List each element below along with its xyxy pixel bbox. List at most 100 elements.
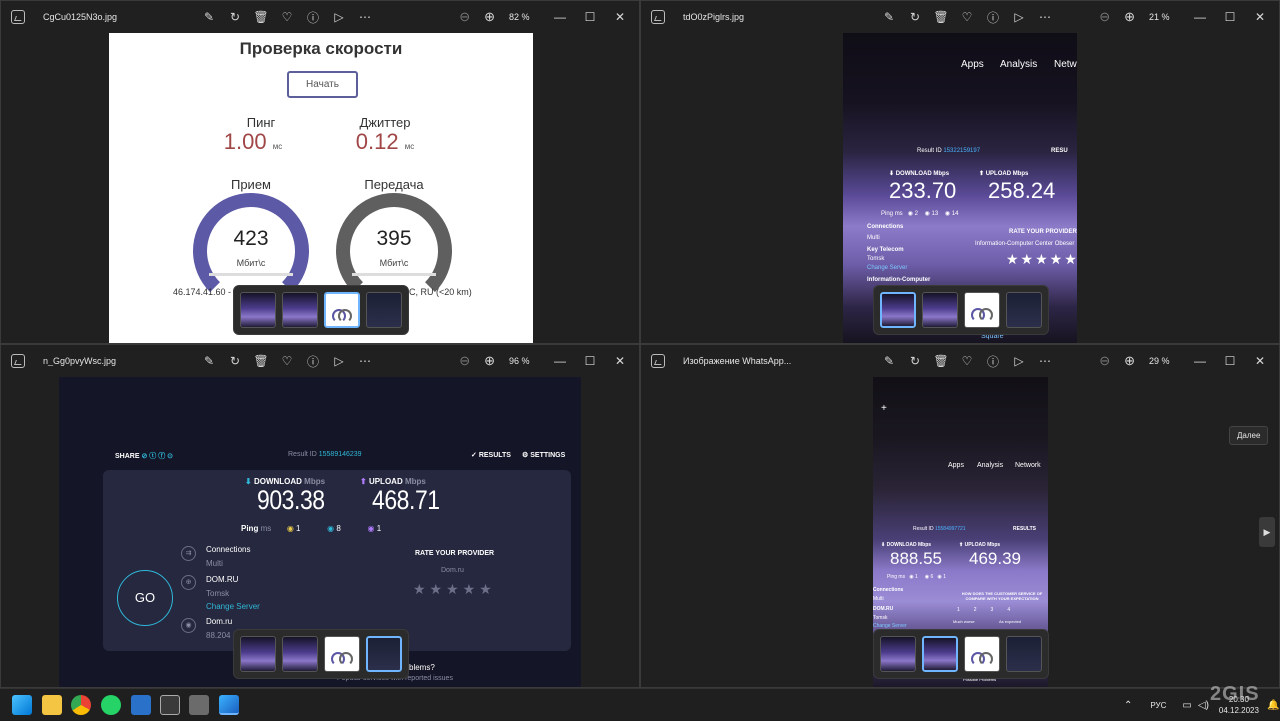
notification-icon[interactable]: 🔔 xyxy=(1267,700,1279,711)
heart-icon[interactable]: ♡ xyxy=(279,353,295,369)
thumbnail[interactable] xyxy=(1006,636,1042,672)
rate-provider-name: Information-Computer Center Obeser xyxy=(975,241,1075,247)
download-unit: Мбит\с xyxy=(236,258,266,268)
minimize-button[interactable]: — xyxy=(545,10,575,24)
thumbnail[interactable] xyxy=(880,636,916,672)
thumbnail-selected[interactable] xyxy=(920,634,960,674)
zoom-out-icon[interactable]: ⊖ xyxy=(1099,353,1110,369)
thumbnail[interactable] xyxy=(282,636,318,672)
volume-icon[interactable]: ◁) xyxy=(1198,700,1209,711)
delete-icon[interactable]: 🗑 xyxy=(933,353,949,369)
calculator-icon[interactable] xyxy=(189,695,209,715)
maximize-button[interactable]: ☐ xyxy=(1215,10,1245,24)
thumbnail[interactable] xyxy=(964,636,1000,672)
zoom-level[interactable]: 29 % xyxy=(1149,356,1175,366)
next-image-button[interactable]: ▶ xyxy=(1259,517,1275,547)
go-button: GO xyxy=(117,570,173,626)
more-icon[interactable]: ⋯ xyxy=(357,9,373,25)
zoom-out-icon[interactable]: ⊖ xyxy=(459,353,470,369)
minimize-button[interactable]: — xyxy=(1185,354,1215,368)
app-icon[interactable] xyxy=(131,695,151,715)
maximize-button[interactable]: ☐ xyxy=(1215,354,1245,368)
window-app-icon[interactable] xyxy=(160,695,180,715)
language-indicator[interactable]: РУС xyxy=(1150,701,1166,710)
whatsapp-icon[interactable] xyxy=(101,695,121,715)
slideshow-icon[interactable]: ▷ xyxy=(331,353,347,369)
thumbnail[interactable] xyxy=(324,636,360,672)
upload-label: ⬆ UPLOAD Mbps xyxy=(979,171,1029,177)
more-icon[interactable]: ⋯ xyxy=(357,353,373,369)
change-server-link: Change Server xyxy=(867,265,908,271)
heart-icon[interactable]: ♡ xyxy=(279,9,295,25)
zoom-out-icon[interactable]: ⊖ xyxy=(459,9,470,25)
date: 04.12.2023 xyxy=(1218,706,1259,715)
rotate-icon[interactable]: ↻ xyxy=(907,9,923,25)
close-button[interactable]: ✕ xyxy=(1245,354,1275,368)
close-button[interactable]: ✕ xyxy=(1245,10,1275,24)
thumbnail-selected[interactable] xyxy=(322,290,362,330)
chrome-icon[interactable] xyxy=(71,695,91,715)
slideshow-icon[interactable]: ▷ xyxy=(1011,353,1027,369)
heart-icon[interactable]: ♡ xyxy=(959,9,975,25)
zoom-level[interactable]: 96 % xyxy=(509,356,535,366)
delete-icon[interactable]: 🗑 xyxy=(253,353,269,369)
problems-heading: blems? xyxy=(409,663,435,672)
thumbnail[interactable] xyxy=(1006,292,1042,328)
close-button[interactable]: ✕ xyxy=(605,10,635,24)
info-icon[interactable]: ⓘ xyxy=(985,9,1001,25)
delete-icon[interactable]: 🗑 xyxy=(253,9,269,25)
chevron-up-icon[interactable]: ⌃ xyxy=(1124,700,1132,711)
close-button[interactable]: ✕ xyxy=(605,354,635,368)
info-icon[interactable]: ⓘ xyxy=(305,353,321,369)
jitter-label: Джиттер xyxy=(359,115,411,130)
minimize-button[interactable]: — xyxy=(545,354,575,368)
nav-analysis: Analysis xyxy=(977,462,1004,469)
rate-provider: RATE YOUR PROVIDER xyxy=(1009,229,1077,235)
maximize-button[interactable]: ☐ xyxy=(575,354,605,368)
zoom-level[interactable]: 82 % xyxy=(509,12,535,22)
file-explorer-icon[interactable] xyxy=(42,695,62,715)
rotate-icon[interactable]: ↻ xyxy=(907,353,923,369)
provider-city: Tomsk xyxy=(206,589,230,598)
network-icon[interactable]: ▭ xyxy=(1182,700,1191,711)
start-icon[interactable] xyxy=(12,695,32,715)
slideshow-icon[interactable]: ▷ xyxy=(1011,9,1027,25)
edit-icon[interactable]: ✎ xyxy=(881,9,897,25)
page-title: Проверка скорости xyxy=(239,39,403,58)
host-name: Information-Computer xyxy=(867,277,931,283)
thumbnail[interactable] xyxy=(964,292,1000,328)
info-icon[interactable]: ⓘ xyxy=(985,353,1001,369)
zoom-in-icon[interactable]: ⊕ xyxy=(484,353,495,369)
slideshow-icon[interactable]: ▷ xyxy=(331,9,347,25)
thumbnail-selected[interactable] xyxy=(364,634,404,674)
info-icon[interactable]: ⓘ xyxy=(305,9,321,25)
zoom-out-icon[interactable]: ⊖ xyxy=(1099,9,1110,25)
upload-label: ⬆ UPLOAD Mbps xyxy=(959,542,1001,548)
rotate-icon[interactable]: ↻ xyxy=(227,353,243,369)
edit-icon[interactable]: ✎ xyxy=(201,9,217,25)
photos-app-icon xyxy=(651,10,665,24)
rotate-icon[interactable]: ↻ xyxy=(227,9,243,25)
photo-viewer-window-3: n_Gg0pvyWsc.jpg ✎ ↻ 🗑 ♡ ⓘ ▷ ⋯ ⊖ ⊕ 96 % —… xyxy=(0,344,640,688)
thumbnail[interactable] xyxy=(240,292,276,328)
thumbnail[interactable] xyxy=(282,292,318,328)
maximize-button[interactable]: ☐ xyxy=(575,10,605,24)
thumbnail[interactable] xyxy=(922,292,958,328)
edit-icon[interactable]: ✎ xyxy=(881,353,897,369)
heart-icon[interactable]: ♡ xyxy=(959,353,975,369)
edit-icon[interactable]: ✎ xyxy=(201,353,217,369)
upload-label: Передача xyxy=(364,177,424,192)
delete-icon[interactable]: 🗑 xyxy=(933,9,949,25)
photos-app-icon[interactable] xyxy=(219,695,239,715)
thumbnail[interactable] xyxy=(366,292,402,328)
more-icon[interactable]: ⋯ xyxy=(1037,353,1053,369)
host-name: Dom.ru xyxy=(206,617,233,626)
zoom-in-icon[interactable]: ⊕ xyxy=(1124,353,1135,369)
zoom-in-icon[interactable]: ⊕ xyxy=(1124,9,1135,25)
zoom-in-icon[interactable]: ⊕ xyxy=(484,9,495,25)
minimize-button[interactable]: — xyxy=(1185,10,1215,24)
zoom-level[interactable]: 21 % xyxy=(1149,12,1175,22)
more-icon[interactable]: ⋯ xyxy=(1037,9,1053,25)
thumbnail-selected[interactable] xyxy=(878,290,918,330)
thumbnail[interactable] xyxy=(240,636,276,672)
